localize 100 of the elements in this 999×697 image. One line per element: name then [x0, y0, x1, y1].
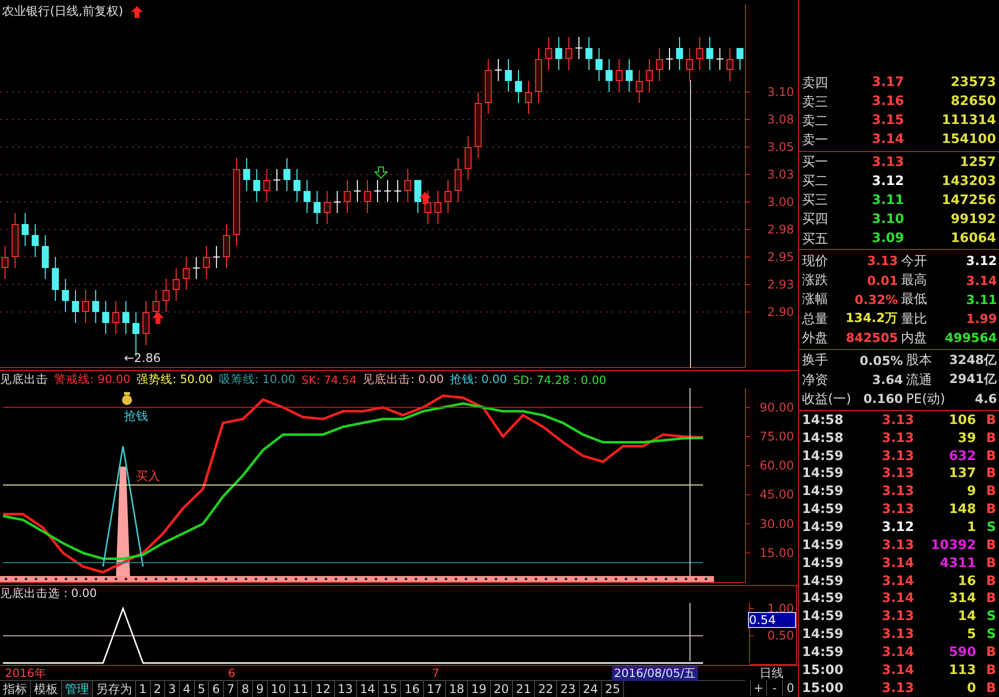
trade-volume: 5	[966, 627, 976, 642]
trade-volume: 0	[966, 680, 976, 696]
legend-item: SD: 74.28 : 0.00	[512, 372, 606, 386]
trade-time: 15:00	[802, 662, 844, 678]
quote-label: PE(动)	[906, 390, 946, 408]
indicator-tab[interactable]: 管理	[62, 681, 93, 697]
candle	[666, 48, 673, 70]
candle	[585, 36, 592, 70]
axis-label: 2.93	[767, 278, 794, 292]
order-volume: 154100	[940, 132, 996, 148]
quote-label: 今开	[901, 252, 927, 270]
axis-label: 90.00	[760, 400, 794, 414]
candle	[42, 234, 49, 280]
axis-label: 3.05	[767, 140, 794, 154]
up-arrow-icon	[131, 6, 144, 18]
trade-time: 14:59	[802, 502, 844, 518]
candle	[434, 190, 442, 224]
candle	[62, 278, 69, 312]
candle	[716, 48, 724, 70]
order-price: 3.17	[870, 75, 904, 90]
trade-volume: 1	[966, 520, 976, 535]
candle	[112, 300, 120, 334]
candle	[102, 300, 110, 334]
date-label: 2016年	[5, 666, 46, 681]
trade-price: 3.14	[880, 574, 914, 589]
trade-side: B	[985, 502, 996, 518]
candle	[726, 48, 734, 82]
order-price: 3.16	[870, 94, 904, 110]
quote-value: 1.99	[965, 311, 997, 326]
candle	[162, 278, 170, 312]
order-volume: 82650	[950, 94, 996, 110]
trade-price: 3.13	[880, 680, 914, 696]
trade-volume: 137	[948, 466, 976, 482]
candle	[494, 58, 502, 82]
quote-label: 外盘	[802, 330, 828, 347]
up-arrow-icon	[419, 192, 431, 204]
quote-label: 收益(一)	[802, 390, 852, 408]
order-label: 卖一	[802, 132, 829, 149]
trade-time: 14:58	[802, 430, 844, 446]
indicator-tab[interactable]: 指标	[0, 681, 31, 697]
trade-volume: 590	[948, 644, 976, 660]
order-price: 3.15	[870, 113, 904, 128]
candle	[182, 256, 190, 290]
date-label: 6	[228, 666, 236, 680]
candle	[202, 246, 210, 280]
trade-volume: 632	[948, 448, 976, 464]
trade-price: 3.14	[880, 662, 914, 678]
candle	[324, 190, 331, 224]
quote-label: 最低	[901, 291, 927, 308]
trade-time: 14:59	[802, 591, 844, 606]
quote-value: 0.160	[862, 391, 903, 406]
candle	[52, 256, 59, 302]
candle	[192, 256, 200, 280]
trade-side: B	[985, 466, 996, 482]
order-label: 卖二	[802, 112, 829, 130]
cursor-date-badge: 2016/08/05/五	[612, 666, 698, 681]
trade-time: 14:59	[802, 644, 844, 660]
quote-label: 最高	[901, 272, 927, 290]
order-label: 买三	[802, 192, 829, 210]
candle	[32, 224, 39, 258]
candle	[504, 58, 512, 92]
trade-side: B	[985, 448, 996, 464]
cursor-value-badge: 0.54	[748, 612, 796, 628]
trade-side: B	[985, 538, 996, 553]
trade-price: 3.14	[880, 591, 914, 606]
candle	[706, 36, 714, 70]
quote-value: 134.2万	[844, 310, 898, 328]
trade-price: 3.13	[880, 484, 914, 500]
trade-volume: 39	[956, 430, 976, 446]
candle	[384, 180, 392, 202]
indicator-tab[interactable]: 模板	[31, 681, 62, 697]
quote-label: 流通	[906, 372, 933, 389]
quote-value: 842505	[844, 330, 898, 346]
axis-label: 3.08	[767, 112, 794, 126]
order-volume: 23573	[950, 75, 996, 90]
trade-side: B	[985, 644, 996, 660]
candle	[525, 80, 532, 114]
candle	[575, 36, 582, 60]
candle	[344, 180, 351, 214]
candle	[514, 70, 522, 104]
trade-volume: 4311	[938, 556, 976, 571]
indicator-legend: 见底出击选 : 0.00	[0, 586, 97, 601]
candle	[283, 158, 290, 192]
trade-price: 3.13	[880, 609, 914, 624]
quote-value: 2941亿	[948, 371, 997, 388]
quote-label: 涨跌	[802, 272, 828, 290]
trade-volume: 314	[948, 591, 976, 606]
order-label: 买五	[802, 230, 829, 248]
candle	[736, 48, 744, 70]
candle	[696, 36, 704, 70]
order-volume: 111314	[940, 113, 996, 128]
quote-value: 3.64	[871, 372, 903, 388]
trade-price: 3.13	[880, 412, 914, 428]
candle	[545, 36, 552, 70]
axis-label: 45.00	[760, 488, 794, 502]
candle	[404, 168, 412, 202]
legend-item: 见底出击: 0.00	[362, 372, 444, 387]
quote-value: 3.12	[965, 253, 997, 268]
candle	[142, 300, 150, 346]
trade-time: 14:59	[802, 556, 844, 571]
